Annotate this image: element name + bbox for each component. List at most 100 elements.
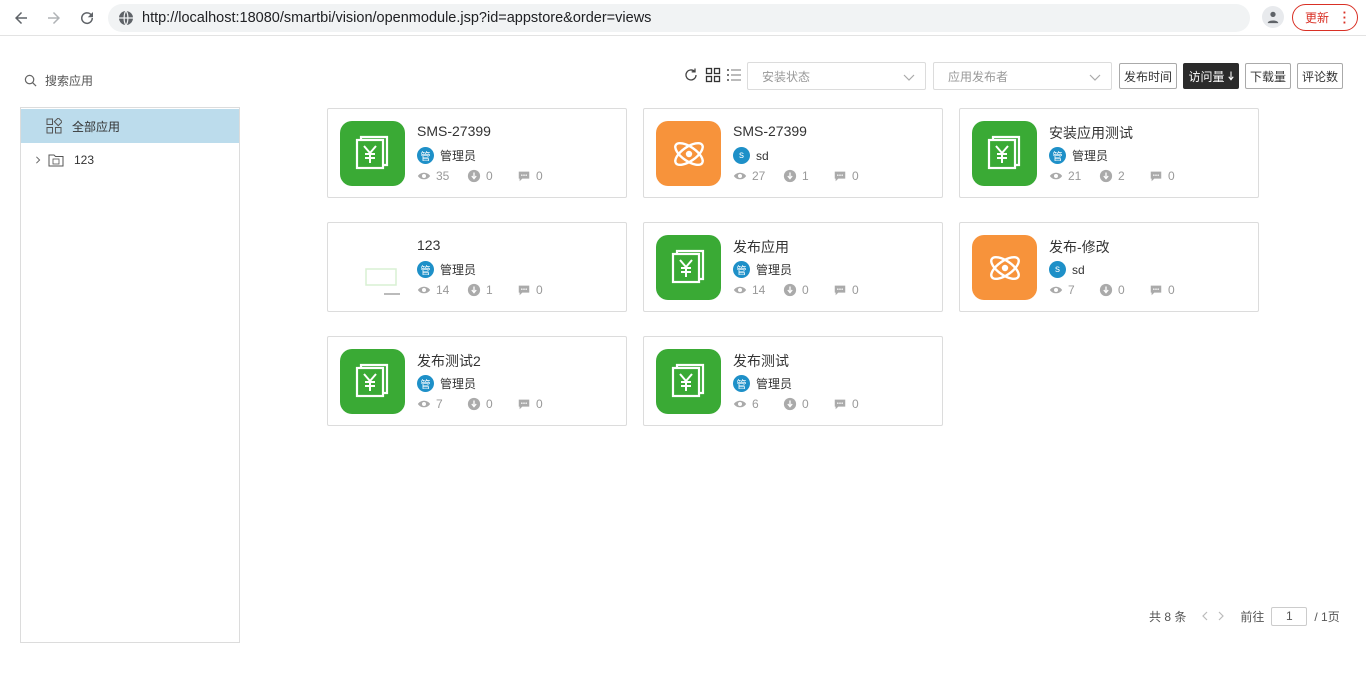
- url-text: http://localhost:18080/smartbi/vision/op…: [142, 10, 652, 26]
- app-icon[interactable]: [340, 235, 405, 300]
- eye-icon: [417, 172, 431, 180]
- search-input[interactable]: 搜索应用: [24, 70, 93, 90]
- address-bar[interactable]: http://localhost:18080/smartbi/vision/op…: [108, 4, 1250, 32]
- install-status-select[interactable]: 安装状态: [747, 62, 926, 90]
- downloads-count: 0: [486, 397, 493, 411]
- comment-icon: [834, 285, 846, 296]
- download-icon: [467, 397, 481, 411]
- search-icon: [24, 74, 37, 86]
- profile-button[interactable]: [1262, 6, 1284, 28]
- author-name: sd: [756, 148, 769, 163]
- comments-stat: 0: [1149, 283, 1199, 297]
- comments-stat: 0: [517, 169, 567, 183]
- app-icon[interactable]: [972, 121, 1037, 186]
- comments-count: 0: [1168, 169, 1175, 183]
- app-title[interactable]: 发布应用: [733, 237, 789, 257]
- tree-item-label: 全部应用: [72, 119, 121, 134]
- downloads-stat: 2: [1099, 169, 1149, 183]
- views-count: 21: [1068, 169, 1082, 183]
- comments-stat: 0: [833, 169, 883, 183]
- avatar: 管: [417, 147, 434, 164]
- app-card[interactable]: SMS-27399 s sd 27 1 0: [643, 108, 943, 198]
- app-card[interactable]: 发布-修改 s sd 7 0 0: [959, 222, 1259, 312]
- app-icon[interactable]: [656, 121, 721, 186]
- views-stat: 27: [733, 169, 783, 183]
- downloads-stat: 1: [467, 283, 517, 297]
- apps-grid-icon: [46, 118, 62, 134]
- sort-label: 发布时间: [1123, 69, 1172, 84]
- grid-view-icon[interactable]: [705, 67, 721, 83]
- app-card[interactable]: 发布应用管管理员 14 0 0: [643, 222, 943, 312]
- back-button[interactable]: [9, 6, 33, 30]
- comment-icon: [518, 399, 530, 410]
- publisher-select[interactable]: 应用发布者: [933, 62, 1112, 90]
- refresh-icon[interactable]: [683, 67, 699, 83]
- avatar: 管: [733, 375, 750, 392]
- downloads-count: 0: [802, 283, 809, 297]
- comments-count: 0: [852, 169, 859, 183]
- app-icon[interactable]: [656, 349, 721, 414]
- list-view-icon[interactable]: [726, 67, 742, 83]
- category-tree: 全部应用 123: [20, 107, 240, 643]
- chevron-down-icon: [903, 74, 915, 81]
- comment-icon: [1150, 285, 1162, 296]
- app-title[interactable]: 发布测试2: [417, 351, 481, 371]
- views-stat: 6: [733, 397, 783, 411]
- avatar: 管: [733, 261, 750, 278]
- app-icon[interactable]: [340, 349, 405, 414]
- comments-stat: 0: [833, 283, 883, 297]
- comments-count: 0: [536, 397, 543, 411]
- app-title[interactable]: 安装应用测试: [1049, 123, 1133, 143]
- app-icon[interactable]: [656, 235, 721, 300]
- tree-item-all-apps[interactable]: 全部应用: [21, 109, 239, 143]
- comments-count: 0: [852, 397, 859, 411]
- update-button[interactable]: 更新 · · ·: [1292, 4, 1358, 31]
- chevron-right-icon[interactable]: [34, 156, 42, 164]
- download-icon: [1099, 169, 1113, 183]
- goto-label: 前往: [1240, 609, 1265, 624]
- views-count: 27: [752, 169, 766, 183]
- sort-by-views-button[interactable]: 访问量: [1183, 63, 1239, 89]
- download-icon: [783, 283, 797, 297]
- app-title[interactable]: 发布测试: [733, 351, 789, 371]
- app-card[interactable]: 发布测试管管理员 6 0 0: [643, 336, 943, 426]
- forward-button[interactable]: [42, 6, 66, 30]
- eye-icon: [1049, 172, 1063, 180]
- reload-button[interactable]: [75, 6, 99, 30]
- app-title[interactable]: SMS-27399: [733, 123, 807, 139]
- tree-item-folder-123[interactable]: 123: [21, 143, 239, 177]
- page-number-input[interactable]: 1: [1271, 606, 1308, 626]
- eye-icon: [733, 172, 747, 180]
- sort-label: 访问量: [1188, 69, 1225, 84]
- app-icon[interactable]: [340, 121, 405, 186]
- eye-icon: [1049, 286, 1063, 294]
- arrow-left-icon: [15, 12, 27, 24]
- comment-icon: [518, 171, 530, 182]
- prev-page-icon[interactable]: [1200, 611, 1210, 621]
- views-stat: 14: [733, 283, 783, 297]
- comments-count: 0: [852, 283, 859, 297]
- finance-doc-icon: [987, 135, 1020, 169]
- publisher-placeholder: 应用发布者: [948, 69, 1009, 84]
- app-author: s sd: [733, 147, 769, 164]
- app-author: 管管理员: [417, 261, 476, 278]
- views-count: 35: [436, 169, 450, 183]
- finance-doc-icon: [355, 135, 388, 169]
- app-stats: 6 0 0: [733, 397, 883, 411]
- app-card[interactable]: 安装应用测试管管理员 21 2 0: [959, 108, 1259, 198]
- comments-stat: 0: [1149, 169, 1199, 183]
- app-card[interactable]: SMS-27399 管管理员 35 0 0: [327, 108, 627, 198]
- app-card[interactable]: 发布测试2 管管理员 7 0 0: [327, 336, 627, 426]
- next-page-icon[interactable]: [1216, 611, 1226, 621]
- sort-by-publish-time-button[interactable]: 发布时间: [1119, 63, 1177, 89]
- thumbnail-icon: [365, 268, 400, 295]
- app-title[interactable]: 发布-修改: [1049, 237, 1110, 257]
- app-title[interactable]: SMS-27399: [417, 123, 491, 139]
- sort-by-downloads-button[interactable]: 下载量: [1245, 63, 1291, 89]
- app-icon[interactable]: [972, 235, 1037, 300]
- sort-by-comments-button[interactable]: 评论数: [1297, 63, 1343, 89]
- avatar: s: [1049, 261, 1066, 278]
- app-card[interactable]: 123 管管理员 14 1 0: [327, 222, 627, 312]
- author-name: 管理员: [440, 263, 477, 277]
- app-title[interactable]: 123: [417, 237, 440, 253]
